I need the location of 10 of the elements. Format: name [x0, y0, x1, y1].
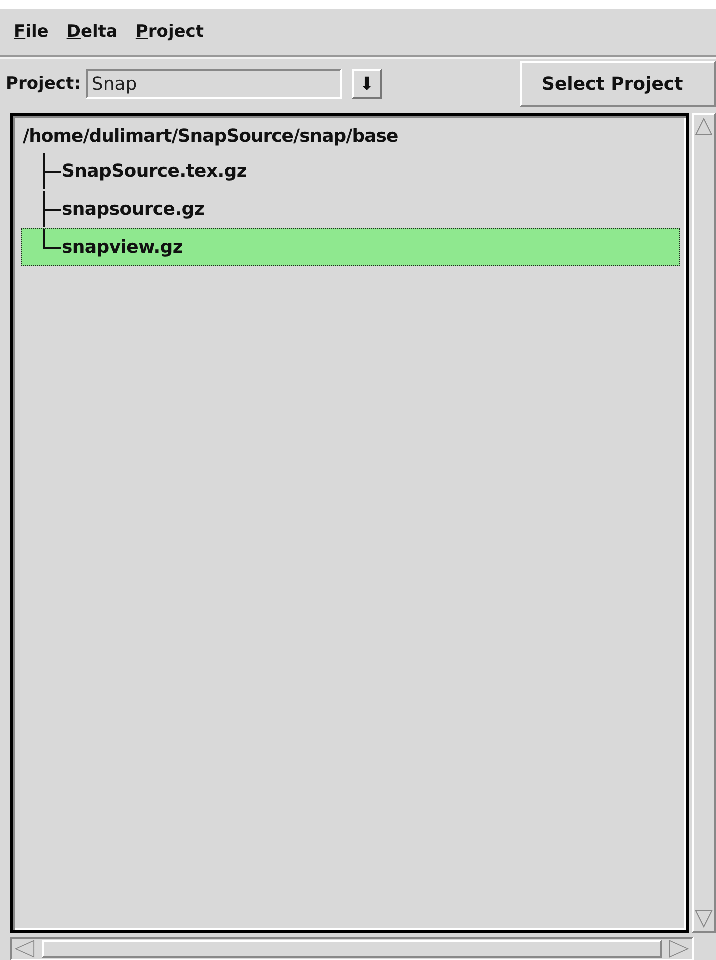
- selected-tree-row[interactable]: snapview.gz: [21, 228, 680, 266]
- menu-item[interactable]: Delta: [66, 22, 118, 42]
- menu-item[interactable]: File: [14, 22, 49, 42]
- tree-row[interactable]: SnapSource.tex.gz: [21, 152, 680, 190]
- tree-root[interactable]: /home/dulimart/SnapSource/snap/base: [23, 122, 680, 152]
- menu-item[interactable]: Project: [136, 22, 204, 42]
- select-project-button[interactable]: Select Project: [520, 61, 716, 107]
- project-field[interactable]: Snap: [86, 69, 342, 99]
- dropdown-button[interactable]: ⬇: [352, 69, 382, 99]
- project-label: Project:: [6, 74, 81, 94]
